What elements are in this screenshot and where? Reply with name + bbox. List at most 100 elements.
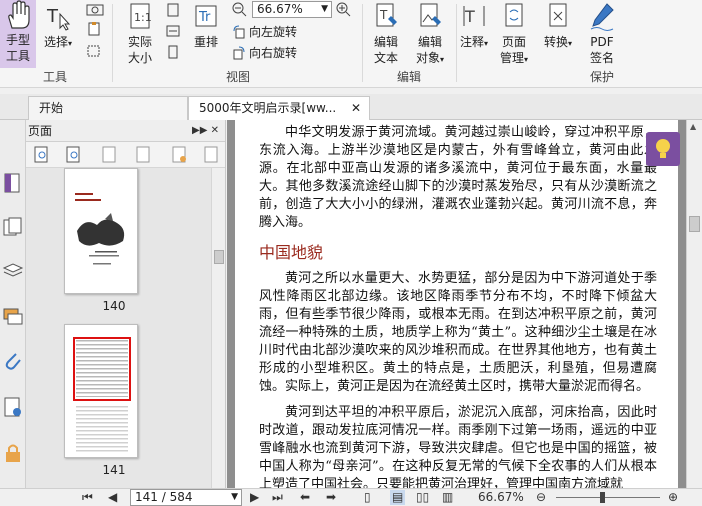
attachment-icon[interactable]: [2, 350, 24, 372]
text-lines-graphic: [76, 339, 128, 397]
chevron-down-icon: ▼: [321, 4, 328, 14]
page-number-input[interactable]: 141 / 584 ▼: [130, 489, 242, 506]
group-label-protect: 保护: [589, 70, 614, 84]
pdf-editor-window: 手型 工具 T 选择▾ 工具 1:1 实际 大小 Tr 重排 66.67% ▼: [0, 0, 702, 506]
zoom-select-icon[interactable]: [86, 44, 104, 58]
edit-text-label-2: 文本: [373, 51, 398, 65]
thumbnails-icon[interactable]: [2, 216, 24, 238]
select-tool-button[interactable]: T 选择▾: [40, 2, 76, 52]
group-label-view: 视图: [225, 70, 250, 84]
hand-tool-label-2: 工具: [5, 49, 30, 63]
zoom-level-select[interactable]: 66.67% ▼: [252, 1, 332, 18]
scrollbar-thumb[interactable]: [689, 216, 700, 232]
thumbnail-page-141[interactable]: [64, 324, 138, 458]
edit-text-button[interactable]: T 编辑 文本: [368, 2, 404, 66]
page-manage-label-2: 管理: [499, 51, 524, 65]
single-page-icon[interactable]: ▯: [364, 490, 371, 505]
pdf-sign-button[interactable]: PDF 签名: [584, 2, 620, 66]
rotate-page-icon[interactable]: [204, 146, 220, 164]
zoom-in-icon[interactable]: ⊕: [668, 490, 678, 505]
reflow-button[interactable]: Tr 重排: [188, 2, 224, 50]
page-manage-label-1: 页面: [501, 35, 526, 49]
fit-page-icon[interactable]: [166, 3, 180, 17]
hand-tool-button[interactable]: 手型 工具: [0, 0, 36, 68]
previous-view-icon[interactable]: ⬅: [300, 490, 310, 505]
signature-panel-icon[interactable]: [2, 396, 24, 418]
enlarge-thumbnail-icon[interactable]: [34, 146, 50, 164]
group-divider: [362, 4, 363, 82]
annotate-label: 注释: [459, 35, 484, 49]
rotate-right-icon: [233, 46, 245, 59]
thumbnail-label-140: 140: [102, 299, 126, 313]
fit-width-icon[interactable]: [166, 24, 180, 38]
thumbnail-page-140[interactable]: [64, 168, 138, 294]
annotate-button[interactable]: T 注释▾: [458, 2, 490, 52]
hand-icon: [8, 0, 30, 29]
dragon-illustration-thumbnail: [75, 193, 125, 265]
svg-text:T: T: [46, 6, 59, 27]
select-tool-label: 选择: [43, 35, 68, 49]
close-icon[interactable]: ✕: [351, 97, 361, 119]
page-text-block: 中华文明发源于黄河流域。黄河越过崇山峻岭，穿过冲积平原，东流入海。上游半沙漠地区…: [259, 124, 657, 488]
rotate-right-label: 向右旋转: [249, 46, 298, 60]
rotate-left-button[interactable]: 向左旋转: [232, 23, 297, 40]
panel-collapse-icon[interactable]: ▶▶ ✕: [192, 120, 219, 142]
continuous-facing-icon[interactable]: ▥: [442, 490, 453, 505]
document-tab-bar: 开始 5000年文明启示录[ww... ✕: [0, 94, 702, 120]
edit-object-icon: [420, 3, 441, 27]
layers-icon[interactable]: [2, 260, 24, 282]
smart-tip-button[interactable]: [646, 132, 680, 166]
tab-document[interactable]: 5000年文明启示录[ww... ✕: [188, 96, 370, 120]
document-scrollbar[interactable]: ▲: [686, 120, 702, 488]
rotate-right-button[interactable]: 向右旋转: [232, 44, 297, 61]
previous-page-icon[interactable]: ◀: [108, 490, 117, 505]
delete-page-icon[interactable]: [172, 146, 188, 164]
pen-sign-icon: [590, 3, 614, 31]
navigation-icon-strip: [0, 120, 26, 488]
zoom-in-icon[interactable]: [336, 2, 352, 18]
zoom-slider-track[interactable]: [556, 497, 660, 498]
zoom-level-value: 66.67%: [257, 2, 303, 16]
continuous-page-icon[interactable]: ▤: [390, 490, 406, 505]
screenshot-icon[interactable]: [86, 2, 104, 16]
page-manage-button[interactable]: 页面 管理▾: [494, 2, 534, 68]
comments-icon[interactable]: [2, 306, 24, 328]
text-lines-graphic: [76, 405, 128, 453]
lightbulb-icon: [656, 139, 670, 158]
zoom-out-icon[interactable]: ⊖: [536, 490, 546, 505]
fit-visible-icon[interactable]: [166, 45, 180, 59]
edit-object-button[interactable]: 编辑 对象▾: [410, 2, 450, 68]
panel-header: 页面 ▶▶ ✕: [26, 120, 225, 142]
insert-page-icon[interactable]: [102, 146, 118, 164]
facing-pages-icon[interactable]: ▯▯: [416, 490, 429, 505]
first-page-icon[interactable]: ⏮: [82, 490, 93, 505]
shrink-thumbnail-icon[interactable]: [66, 146, 82, 164]
paragraph-3: 黄河到达平坦的冲积平原后，淤泥沉入底部，河床抬高，因此时时改道，跟动发拉底河情况…: [259, 405, 657, 488]
select-text-icon: T: [46, 6, 71, 31]
group-divider: [456, 4, 457, 82]
scroll-up-icon[interactable]: ▲: [690, 122, 696, 131]
tab-start[interactable]: 开始: [28, 96, 188, 120]
actual-size-icon: 1:1: [130, 3, 152, 29]
annotate-icon: T: [463, 6, 485, 26]
clipboard-icon[interactable]: [86, 22, 104, 36]
chevron-down-icon: ▼: [231, 492, 238, 502]
lock-icon[interactable]: [2, 442, 24, 464]
next-page-icon[interactable]: ▶: [250, 490, 259, 505]
next-view-icon[interactable]: ➡: [326, 490, 336, 505]
pages-icon[interactable]: [2, 172, 24, 194]
convert-button[interactable]: 转换▾: [540, 2, 576, 52]
actual-size-button[interactable]: 1:1 实际 大小: [120, 2, 160, 66]
tab-start-label: 开始: [39, 101, 64, 115]
paragraph-1: 中华文明发源于黄河流域。黄河越过崇山峻岭，穿过冲积平原，东流入海。上游半沙漠地区…: [259, 125, 657, 230]
svg-text:1:1: 1:1: [134, 11, 152, 24]
extract-page-icon[interactable]: [136, 146, 152, 164]
thumbnail-scrollbar[interactable]: [211, 168, 225, 488]
panel-title: 页面: [28, 124, 53, 138]
zoom-slider-handle[interactable]: [600, 492, 605, 503]
scrollbar-thumb[interactable]: [214, 250, 224, 264]
zoom-out-icon[interactable]: [232, 2, 248, 18]
last-page-icon[interactable]: ⏭: [272, 490, 283, 505]
convert-label: 转换: [543, 35, 568, 49]
document-page: 中华文明发源于黄河流域。黄河越过崇山峻岭，穿过冲积平原，东流入海。上游半沙漠地区…: [235, 120, 678, 488]
